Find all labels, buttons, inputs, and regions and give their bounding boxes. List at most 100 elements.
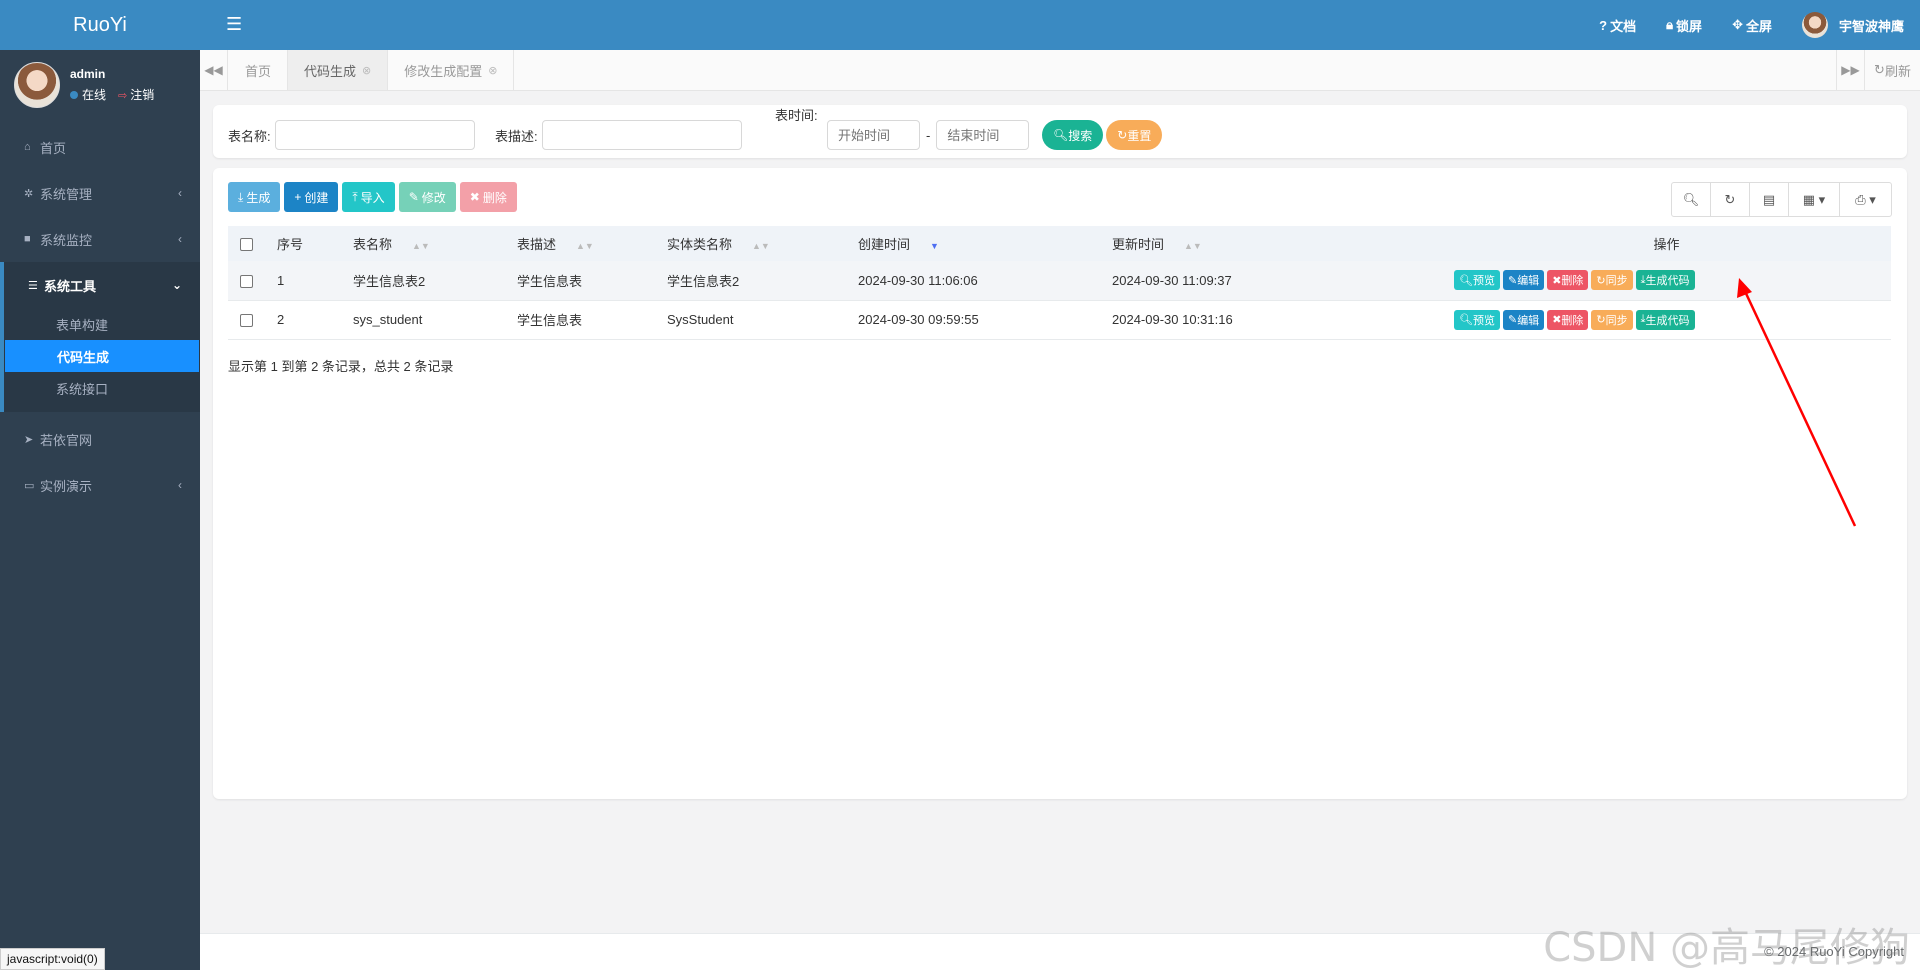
- col-created[interactable]: 创建时间 ▼: [846, 226, 1100, 261]
- lock-screen-link[interactable]: 🔒︎ 锁屏: [1666, 16, 1702, 35]
- cell-created: 2024-09-30 11:06:06: [858, 272, 978, 288]
- docs-link[interactable]: ? 文档: [1599, 16, 1636, 35]
- cell-no: 1: [277, 272, 285, 288]
- col-table-desc[interactable]: 表描述 ▲▼: [505, 226, 655, 261]
- table-row[interactable]: 2 sys_student 学生信息表 SysStudent 2024-09-3…: [228, 300, 1891, 339]
- refresh-icon: ↻: [1874, 62, 1885, 77]
- sync-button[interactable]: ↻ 同步: [1591, 270, 1633, 291]
- table-time-field: 表时间:: [775, 108, 818, 123]
- table-row[interactable]: 1 学生信息表2 学生信息表 学生信息表2 2024-09-30 11:06:0…: [228, 261, 1891, 300]
- data-table: 序号 表名称 ▲▼ 表描述 ▲▼ 实体类名称 ▲▼ 创建时间 ▼ 更新时间 ▲▼ 操作 1…: [228, 226, 1891, 340]
- sidebar-item-ruoyi-site[interactable]: ➤ 若依官网: [0, 416, 200, 462]
- row-edit-button[interactable]: ✎ 编辑: [1502, 309, 1545, 330]
- table-desc-input[interactable]: [541, 120, 742, 150]
- user-panel: admin 在线 ⇨ 注销: [0, 50, 200, 120]
- tab-scroll-right-icon[interactable]: ▶▶: [1836, 50, 1864, 90]
- app-logo[interactable]: RuoYi: [0, 0, 200, 50]
- tab-edit-gen-config[interactable]: 修改生成配置 ⊗: [388, 50, 515, 90]
- close-tab-icon[interactable]: ⊗: [362, 64, 371, 77]
- edit-icon: ✎: [1507, 274, 1518, 287]
- cell-table-name: 学生信息表2: [353, 273, 426, 289]
- row-edit-button[interactable]: ✎ 编辑: [1502, 270, 1545, 291]
- tab-code-gen[interactable]: 代码生成 ⊗: [288, 50, 389, 90]
- cell-entity-name: SysStudent: [667, 312, 734, 327]
- col-actions: 操作: [1653, 237, 1680, 252]
- search-button[interactable]: 🔍︎ 搜索: [1042, 120, 1104, 150]
- system-tools-submenu: 表单构建 代码生成 系统接口: [0, 308, 200, 412]
- sync-icon: ↻: [1596, 314, 1606, 326]
- cell-created: 2024-09-30 09:59:55: [858, 312, 979, 327]
- table-header-row: 序号 表名称 ▲▼ 表描述 ▲▼ 实体类名称 ▲▼ 创建时间 ▼ 更新时间 ▲▼ 操作: [228, 226, 1891, 261]
- sidebar-item-system-monitor[interactable]: ■ 系统监控 ‹: [0, 216, 200, 262]
- tab-home[interactable]: 首页: [229, 50, 289, 90]
- bars-icon: ☰: [28, 279, 38, 292]
- toggle-view-icon[interactable]: ▤: [1750, 183, 1789, 216]
- browser-status-bar: javascript:void(0): [0, 948, 105, 970]
- row-checkbox[interactable]: [240, 274, 253, 288]
- select-all-checkbox[interactable]: [240, 238, 253, 252]
- gear-icon: ✲: [24, 187, 34, 200]
- toggle-search-icon[interactable]: 🔍︎: [1672, 183, 1711, 216]
- columns-icon[interactable]: ▦ ▾: [1789, 183, 1840, 216]
- start-time-input[interactable]: [827, 120, 920, 150]
- generate-code-button[interactable]: ⤓ 生成代码: [1635, 309, 1695, 330]
- search-icon: 🔍︎: [1053, 128, 1069, 142]
- user-avatar[interactable]: [14, 62, 60, 108]
- sidebar-menu: ⌂ 首页 ✲ 系统管理 ‹ ■ 系统监控 ‹ ☰ 系统工具 ⌄: [0, 124, 200, 308]
- sidebar-item-code-gen[interactable]: 代码生成: [5, 340, 199, 372]
- generate-code-button[interactable]: ⤓ 生成代码: [1635, 270, 1695, 291]
- col-table-name[interactable]: 表名称 ▲▼: [341, 226, 505, 261]
- cell-actions: 🔍︎ 预览 ✎ 编辑 ✖ 删除 ↻ 同步 ⤓ 生成代码: [1442, 300, 1891, 339]
- sidebar: RuoYi admin 在线 ⇨ 注销 ⌂ 首页 ✲ 系统管理 ‹ ■ 系统监控 ‹ ☰ 系统…: [0, 0, 200, 970]
- edit-icon: ✎: [1507, 314, 1518, 326]
- table-toolbar: ⤓ 生成 + 创建 ⤒ 导入 ✎ 修改 ✖ 删除: [228, 182, 517, 212]
- sidebar-item-system-api[interactable]: 系统接口: [4, 372, 200, 404]
- online-status: 在线: [70, 86, 106, 103]
- close-tab-icon[interactable]: ⊗: [488, 64, 497, 77]
- edit-button[interactable]: ✎ 修改: [398, 182, 456, 212]
- upload-icon: ⤒: [352, 189, 358, 204]
- user-name: admin: [70, 67, 106, 81]
- import-button[interactable]: ⤒ 导入: [342, 182, 395, 212]
- preview-button[interactable]: 🔍︎ 预览: [1454, 270, 1500, 291]
- refresh-tab-button[interactable]: ↻ 刷新: [1864, 50, 1920, 90]
- row-delete-button[interactable]: ✖ 删除: [1547, 270, 1589, 291]
- delete-button[interactable]: ✖ 删除: [459, 182, 517, 212]
- close-icon: ✖: [469, 190, 480, 204]
- sidebar-item-system-tools[interactable]: ☰ 系统工具 ⌄: [0, 262, 200, 308]
- table-name-input[interactable]: [274, 120, 475, 150]
- cell-actions: 🔍︎ 预览 ✎ 编辑 ✖ 删除 ↻ 同步 ⤓ 生成代码: [1442, 261, 1891, 300]
- col-entity-name[interactable]: 实体类名称 ▲▼: [655, 226, 846, 261]
- chevron-left-icon: ‹: [178, 232, 182, 246]
- sidebar-item-home[interactable]: ⌂ 首页: [0, 124, 200, 170]
- sidebar-item-system-admin[interactable]: ✲ 系统管理 ‹: [0, 170, 200, 216]
- sidebar-item-demo[interactable]: ▭ 实例演示 ‹: [0, 462, 200, 508]
- export-icon[interactable]: ⎙ ▾: [1840, 183, 1891, 216]
- watermark: CSDN @高马尾修狗: [1543, 925, 1910, 970]
- cell-table-desc: 学生信息表: [517, 313, 583, 328]
- close-icon: ✖: [1552, 274, 1562, 287]
- create-button[interactable]: + 创建: [284, 182, 339, 212]
- sidebar-item-form-builder[interactable]: 表单构建: [4, 308, 200, 340]
- home-icon: ⌂: [24, 141, 31, 153]
- menu-toggle-icon[interactable]: ☰: [226, 14, 242, 35]
- table-name-field: 表名称:: [228, 120, 475, 150]
- end-time-input[interactable]: [936, 120, 1030, 150]
- user-menu[interactable]: 宇智波神鹰: [1801, 12, 1904, 38]
- row-delete-button[interactable]: ✖ 删除: [1547, 309, 1589, 330]
- edit-icon: ✎: [408, 190, 419, 204]
- col-updated[interactable]: 更新时间 ▲▼: [1100, 226, 1442, 261]
- sync-button[interactable]: ↻ 同步: [1591, 309, 1633, 330]
- pagination-info: 显示第 1 到第 2 条记录，总共 2 条记录: [228, 359, 454, 374]
- preview-button[interactable]: 🔍︎ 预览: [1454, 309, 1500, 330]
- generate-button[interactable]: ⤓ 生成: [228, 182, 281, 212]
- tab-scroll-left-icon[interactable]: ◀◀: [200, 50, 228, 90]
- fullscreen-link[interactable]: ✥ 全屏: [1732, 16, 1772, 35]
- reset-button[interactable]: ↻ 重置: [1106, 120, 1163, 150]
- online-dot-icon: [70, 91, 78, 99]
- logout-link[interactable]: ⇨ 注销: [118, 86, 154, 103]
- row-checkbox[interactable]: [240, 314, 253, 328]
- desktop-icon: ▭: [24, 479, 35, 492]
- cell-entity-name: 学生信息表2: [667, 273, 740, 289]
- refresh-table-icon[interactable]: ↻: [1711, 183, 1750, 216]
